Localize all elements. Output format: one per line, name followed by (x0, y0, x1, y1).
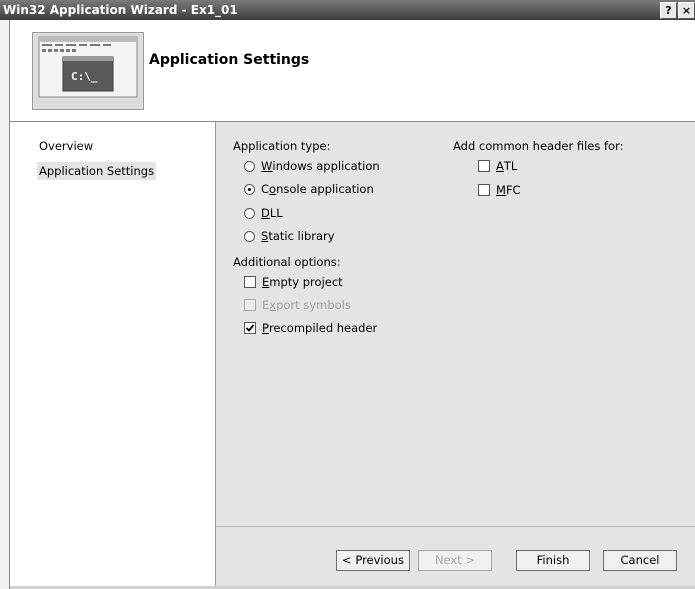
nav-item-application-settings[interactable]: Application Settings (37, 162, 157, 180)
checkbox-disabled[interactable] (244, 299, 256, 311)
console-application-radio[interactable]: Co nsole application (244, 182, 374, 196)
application-type-label: Application type: (233, 139, 331, 153)
radio-button-selected[interactable] (244, 183, 255, 195)
wizard-window: Win32 Application Wizard - Ex1_01 ? × C:… (0, 0, 695, 589)
checkbox-checked[interactable] (244, 322, 256, 334)
help-button[interactable]: ? (660, 2, 677, 19)
radio-button[interactable] (244, 207, 255, 219)
title-bar[interactable]: Win32 Application Wizard - Ex1_01 ? × (0, 0, 695, 21)
additional-options-label: Additional options: (233, 255, 341, 269)
mfc-checkbox[interactable]: M FC (478, 183, 521, 197)
cancel-button[interactable]: Cancel (603, 550, 677, 571)
checkbox[interactable] (478, 160, 490, 172)
finish-button[interactable]: Finish (516, 550, 590, 571)
page-title: Application Settings (149, 52, 310, 68)
wizard-nav: Overview Application Settings (10, 122, 216, 586)
svg-text:C:\_: C:\_ (71, 70, 98, 83)
window-title: Win32 Application Wizard - Ex1_01 (3, 3, 238, 17)
close-button[interactable]: × (678, 2, 695, 19)
radio-button[interactable] (244, 160, 255, 172)
radio-button[interactable] (244, 230, 255, 242)
window-left-border (0, 20, 10, 589)
checkbox[interactable] (478, 184, 490, 196)
nav-item-overview[interactable]: Overview (39, 139, 93, 153)
precompiled-header-checkbox[interactable]: Precompiled header (244, 321, 377, 335)
static-library-radio[interactable]: Static library (244, 229, 335, 243)
check-mark-icon (245, 324, 255, 332)
dll-radio[interactable]: D LL (244, 206, 283, 220)
previous-button[interactable]: < Previous (336, 550, 410, 571)
button-bar-divider (216, 526, 695, 527)
windows-application-radio[interactable]: Windows application (244, 159, 380, 173)
next-button[interactable]: Next > (418, 550, 492, 571)
console-window-icon: C:\_ (32, 32, 144, 110)
wizard-header: C:\_ Application Settings (10, 20, 695, 121)
settings-panel: Application type: Windows application Co… (216, 122, 695, 586)
common-header-files-label: Add common header files for: (453, 139, 624, 153)
empty-project-checkbox[interactable]: Empty project (244, 275, 343, 289)
checkbox[interactable] (244, 276, 256, 288)
atl-checkbox[interactable]: A TL (478, 159, 517, 173)
export-symbols-checkbox[interactable]: Ex port symbols (244, 298, 351, 312)
